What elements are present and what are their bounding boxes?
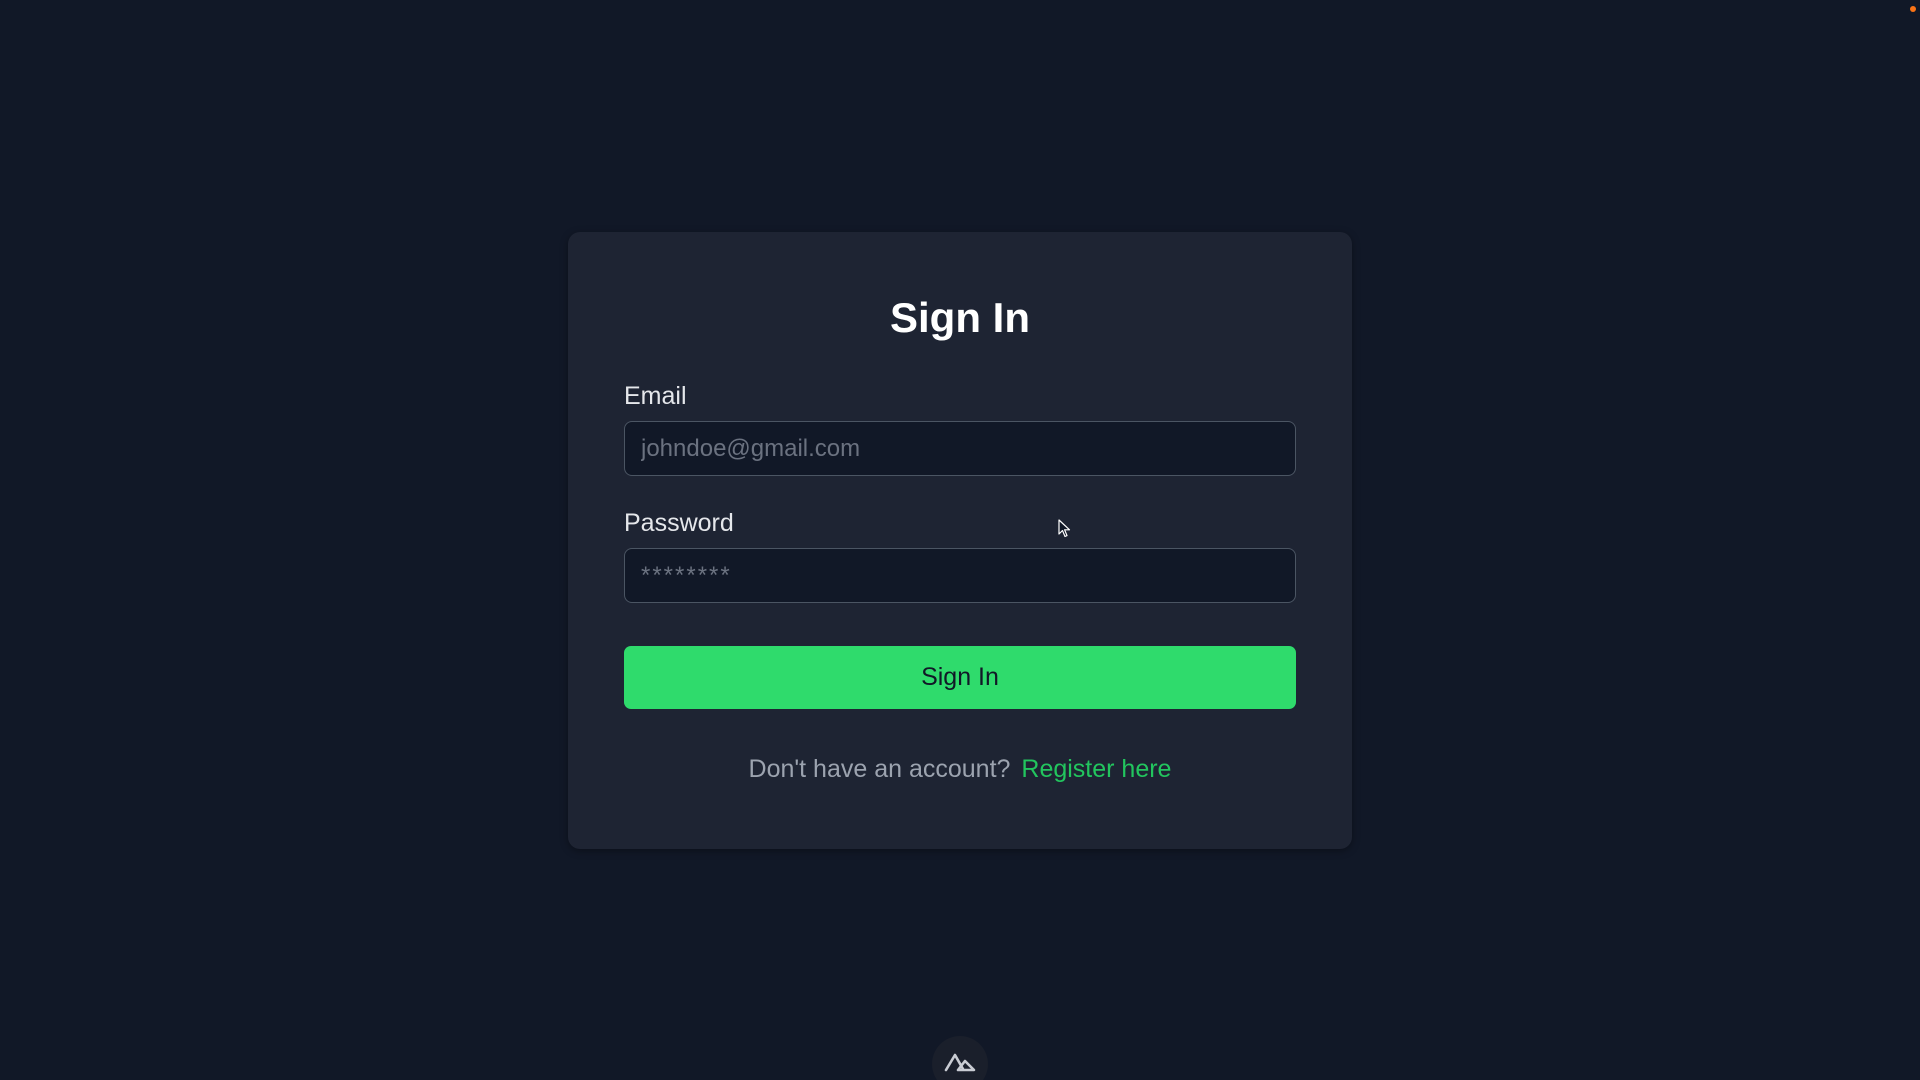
page: Sign In Email Password Sign In Don't hav… [0,0,1920,1080]
page-title: Sign In [890,294,1030,341]
mouse-pointer-icon [1058,519,1071,538]
nuxt-logo-badge[interactable] [932,1036,988,1080]
nuxt-logo-icon [944,1053,976,1072]
register-prompt: Don't have an account? [748,755,1011,783]
register-row: Don't have an account? Register here [624,753,1296,785]
email-input[interactable] [624,421,1296,476]
signin-button[interactable]: Sign In [624,646,1296,709]
password-input[interactable] [624,548,1296,603]
signin-card: Sign In Email Password Sign In Don't hav… [568,232,1352,849]
password-label: Password [624,509,734,537]
register-link[interactable]: Register here [1021,755,1171,783]
status-dot-icon [1910,6,1916,12]
email-label: Email [624,382,687,410]
